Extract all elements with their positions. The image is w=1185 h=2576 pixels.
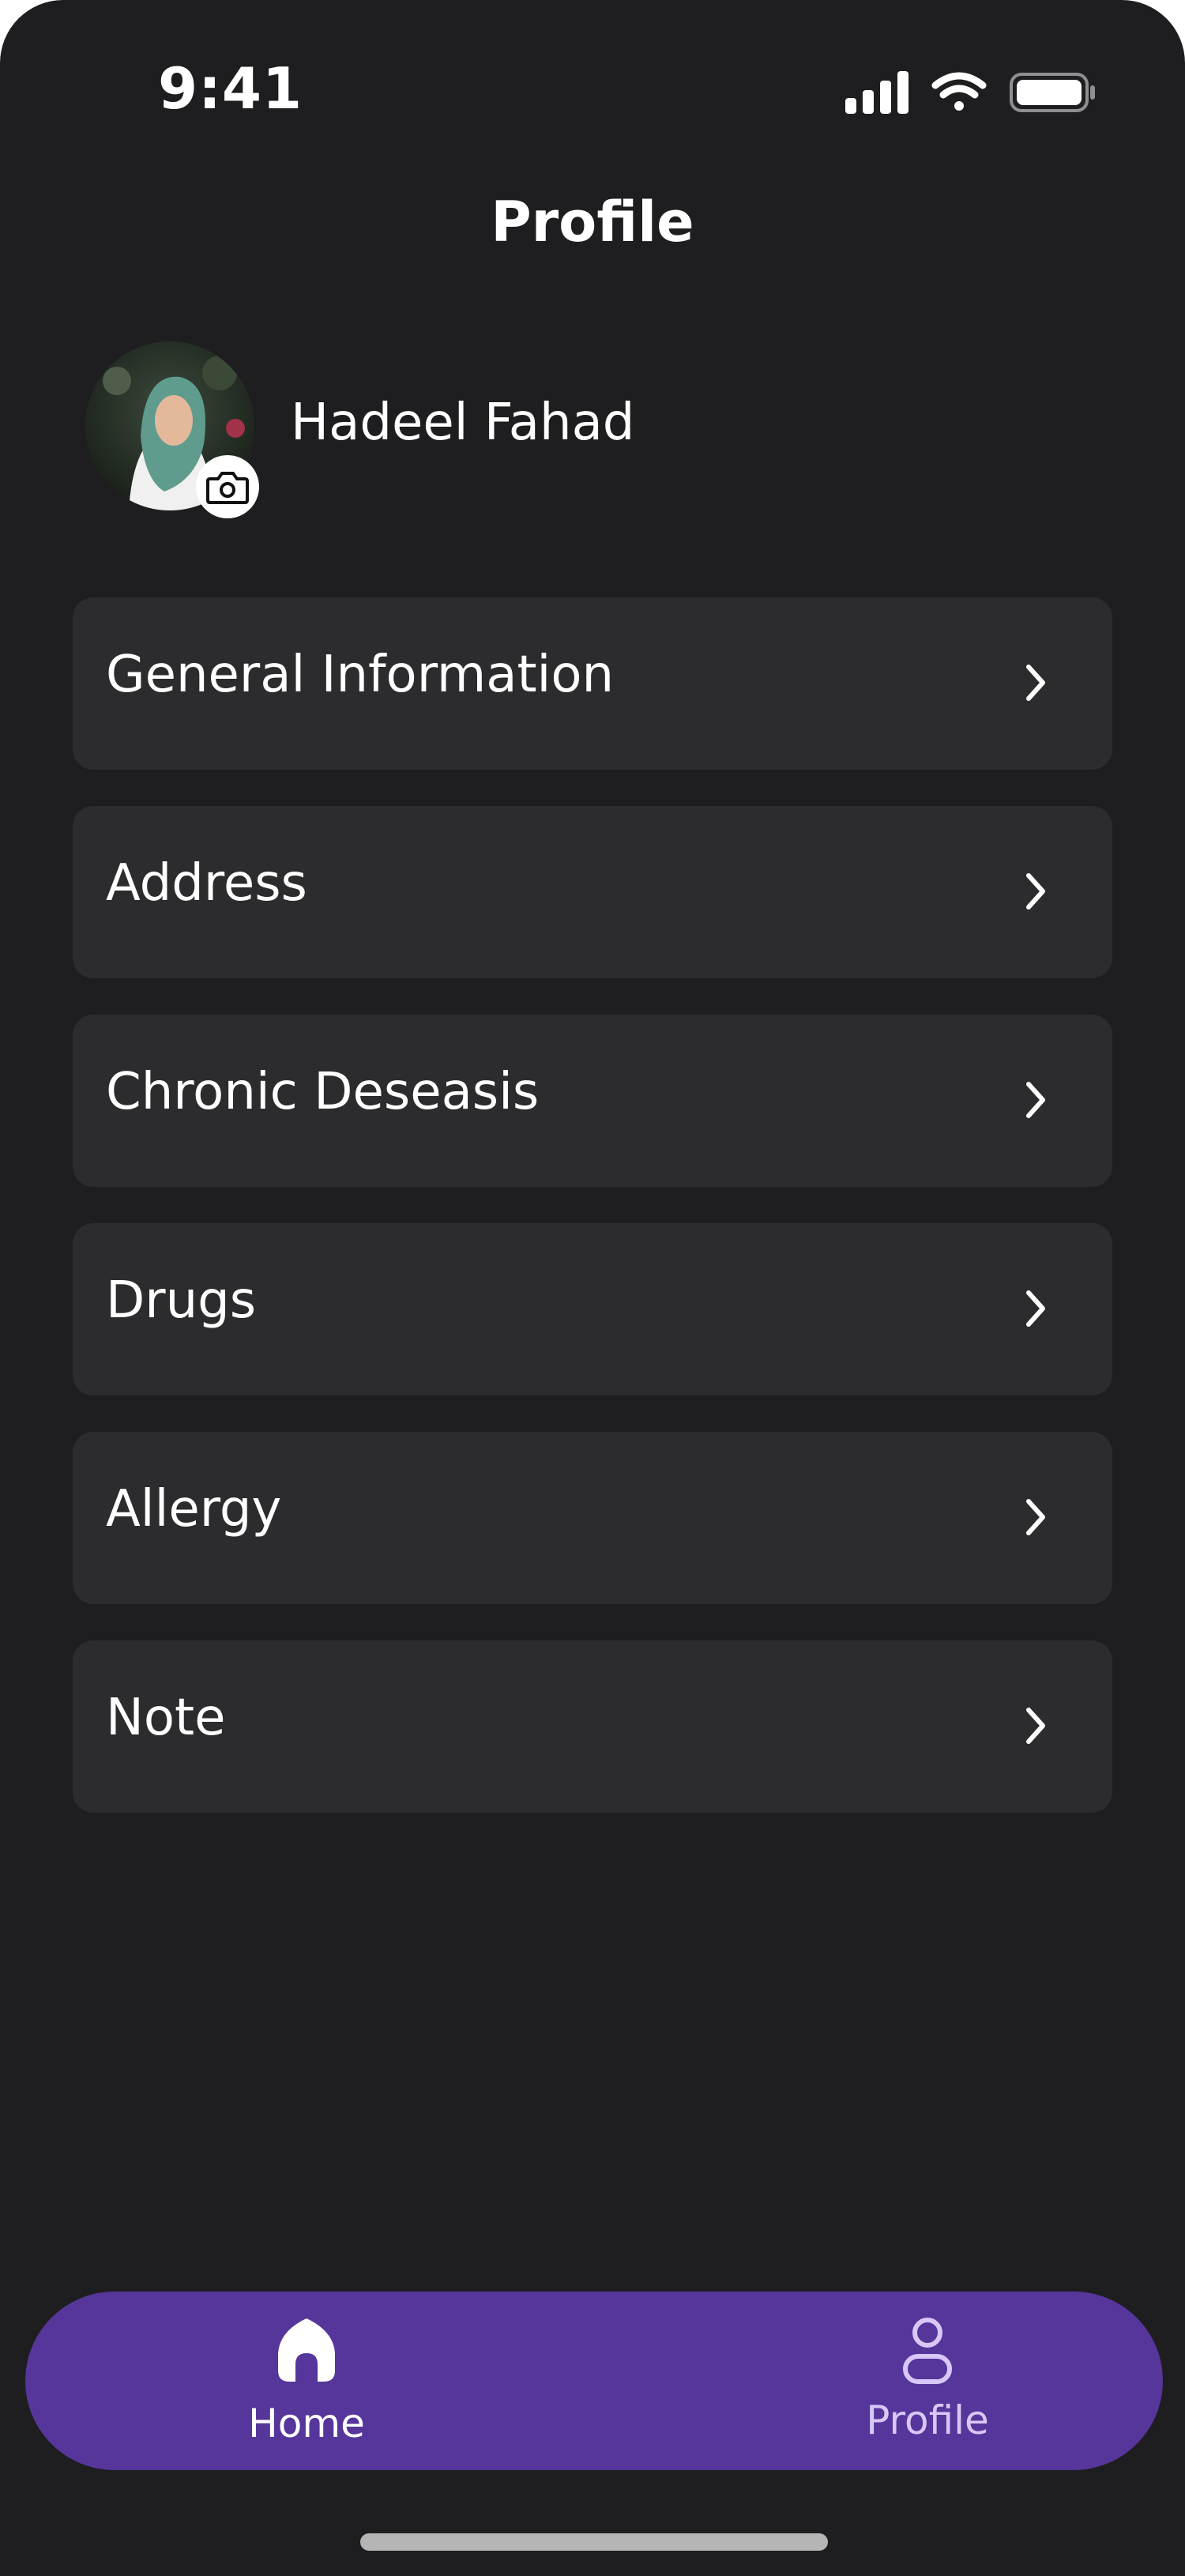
menu-item-general-information[interactable]: General Information bbox=[73, 597, 1112, 770]
home-indicator[interactable] bbox=[360, 2533, 828, 2551]
menu-item-label: General Information bbox=[106, 646, 615, 704]
nav-item-home[interactable]: Home bbox=[188, 2292, 425, 2470]
menu-item-label: Drugs bbox=[106, 1271, 257, 1330]
menu-item-note[interactable]: Note bbox=[73, 1640, 1112, 1813]
menu-item-label: Allergy bbox=[106, 1480, 282, 1538]
status-time: 9:41 bbox=[158, 55, 303, 122]
profile-screen: 9:41 Profile Hadeel Fahad General Inform… bbox=[0, 0, 1185, 2576]
chevron-right-icon bbox=[1026, 1290, 1045, 1327]
menu-item-address[interactable]: Address bbox=[73, 806, 1112, 978]
user-name: Hadeel Fahad bbox=[291, 394, 635, 452]
cellular-signal-icon bbox=[845, 71, 908, 114]
menu-item-chronic-diseases[interactable]: Chronic Deseasis bbox=[73, 1015, 1112, 1187]
page-title: Profile bbox=[491, 190, 694, 254]
bottom-nav: Home Profile bbox=[25, 2292, 1163, 2470]
chevron-right-icon bbox=[1026, 1499, 1045, 1535]
nav-label-profile: Profile bbox=[866, 2397, 989, 2443]
menu-item-label: Chronic Deseasis bbox=[106, 1063, 540, 1121]
nav-label-home: Home bbox=[248, 2401, 365, 2446]
chevron-right-icon bbox=[1026, 1708, 1045, 1744]
wifi-icon bbox=[931, 72, 987, 111]
chevron-right-icon bbox=[1026, 1082, 1045, 1118]
battery-icon bbox=[1010, 73, 1095, 112]
menu-item-drugs[interactable]: Drugs bbox=[73, 1223, 1112, 1395]
menu-item-allergy[interactable]: Allergy bbox=[73, 1432, 1112, 1604]
menu-item-label: Note bbox=[106, 1689, 226, 1747]
status-icons bbox=[845, 71, 1095, 114]
chevron-right-icon bbox=[1026, 665, 1045, 701]
camera-icon[interactable] bbox=[196, 455, 259, 518]
home-icon bbox=[278, 2318, 335, 2382]
chevron-right-icon bbox=[1026, 873, 1045, 910]
menu-item-label: Address bbox=[106, 854, 307, 913]
profile-icon bbox=[903, 2318, 952, 2384]
nav-item-profile[interactable]: Profile bbox=[809, 2292, 1046, 2470]
